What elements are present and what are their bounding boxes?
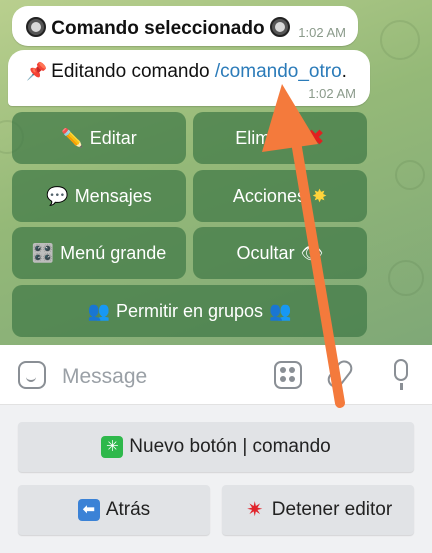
left-arrow-icon: ⬅: [77, 499, 100, 521]
button-label: Detener editor: [271, 499, 393, 520]
paperclip-icon[interactable]: [324, 357, 356, 391]
eight-spoked-asterisk-icon: ✳: [101, 436, 124, 458]
hide-button[interactable]: Ocultar 👁: [193, 227, 367, 279]
allow-in-groups-button[interactable]: 👥 Permitir en grupos 👥: [12, 285, 367, 337]
message-bubble-editing-command: 📌 Editando comando /comando_otro. 1:02 AM: [8, 50, 370, 106]
anger-symbol-icon: ✷: [246, 499, 264, 521]
pencil-icon: ✏️: [61, 127, 84, 148]
message-label: Comando seleccionado: [51, 18, 265, 39]
edit-button[interactable]: ✏️ Editar: [12, 112, 186, 164]
message-time: 1:02 AM: [308, 86, 356, 101]
actions-button[interactable]: Acciones ✸: [193, 170, 367, 222]
new-button-command-button[interactable]: ✳ Nuevo botón | comando: [18, 422, 414, 472]
message-time: 1:02 AM: [298, 25, 346, 40]
message-prefix: Editando comando: [51, 61, 215, 82]
message-input[interactable]: Message: [62, 365, 147, 389]
message-input-bar: Message: [0, 345, 432, 405]
people-icon: 👥: [269, 300, 292, 321]
message-text: 📌 Editando comando /comando_otro.: [26, 61, 347, 83]
command-link[interactable]: /comando_otro: [215, 61, 342, 82]
radio-button-icon: [269, 17, 290, 37]
radio-button-icon: [26, 17, 46, 37]
delete-button[interactable]: Eliminar ✖: [193, 112, 367, 164]
stop-editor-button[interactable]: ✷ Detener editor: [222, 485, 414, 535]
button-label: Atrás: [105, 499, 151, 520]
back-button[interactable]: ⬅ Atrás: [18, 485, 210, 535]
big-menu-button[interactable]: 🎛️ Menú grande: [12, 227, 186, 279]
message-bubble-command-selected: Comando seleccionado 1:02 AM: [12, 6, 358, 46]
people-icon: 👥: [87, 300, 110, 321]
bot-keyboard-icon[interactable]: [274, 361, 302, 389]
reply-keyboard: ✳ Nuevo botón | comando ⬅ Atrás ✷ Detene…: [0, 405, 432, 553]
message-suffix: .: [341, 61, 347, 82]
button-label: Menú grande: [60, 242, 167, 263]
speech-bubble-icon: 💬: [46, 185, 69, 206]
button-label: Nuevo botón | comando: [129, 436, 331, 457]
button-label: Permitir en grupos: [115, 300, 264, 321]
button-label: Mensajes: [74, 185, 152, 206]
messages-button[interactable]: 💬 Mensajes: [12, 170, 186, 222]
button-label: Eliminar: [235, 127, 301, 148]
sparkle-star-icon: ✸: [311, 185, 328, 206]
sticker-icon[interactable]: [18, 361, 46, 389]
button-label: Ocultar: [236, 242, 295, 263]
button-label: Editar: [89, 127, 137, 148]
button-label: Acciones: [232, 185, 306, 206]
microphone-icon[interactable]: [394, 359, 408, 390]
pushpin-icon: 📌: [26, 62, 48, 81]
cross-mark-icon: ✖: [306, 125, 325, 150]
message-text: Comando seleccionado: [26, 17, 290, 40]
eye-icon: 👁: [300, 242, 324, 263]
control-knobs-icon: 🎛️: [31, 242, 55, 263]
